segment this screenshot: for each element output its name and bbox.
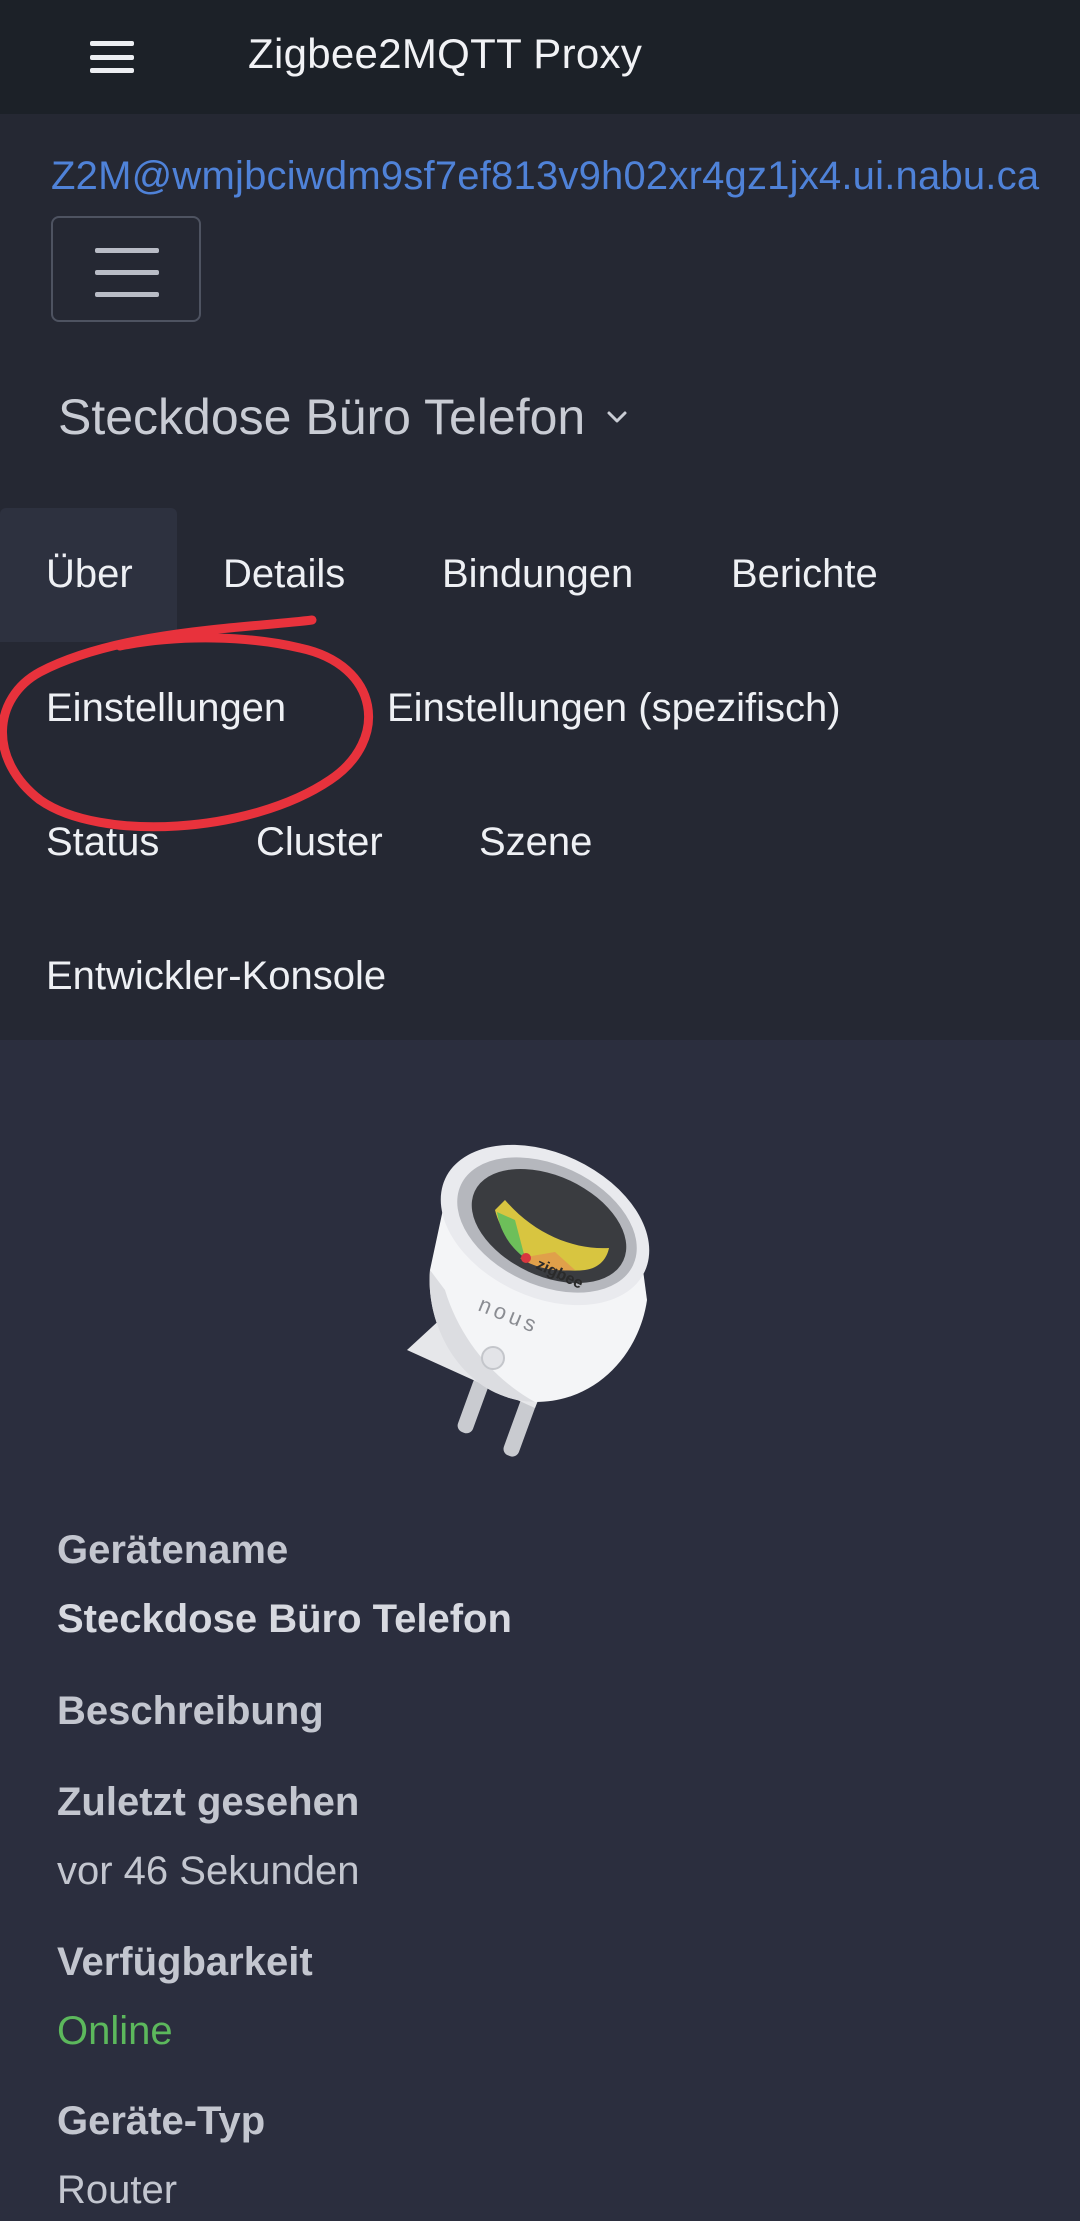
tab-cluster[interactable]: Cluster	[256, 818, 383, 866]
app-bar: Zigbee2MQTT Proxy	[0, 0, 1080, 114]
menu-icon[interactable]	[90, 41, 134, 73]
navbar-toggle-button[interactable]	[51, 216, 201, 322]
tab-status[interactable]: Status	[46, 818, 159, 866]
tab-einstellungen[interactable]: Einstellungen	[46, 684, 286, 732]
tab-details[interactable]: Details	[223, 550, 345, 598]
chevron-down-icon	[607, 411, 627, 423]
user-link[interactable]: Z2M@wmjbciwdm9sf7ef813v9h02xr4gz1jx4.ui.…	[51, 154, 1039, 199]
device-name-label: Gerätename	[57, 1528, 289, 1572]
last-seen-value: vor 46 Sekunden	[57, 1849, 360, 1893]
device-name-value: Steckdose Büro Telefon	[57, 1597, 512, 1641]
device-selector[interactable]: Steckdose Büro Telefon	[58, 388, 629, 446]
tab-ueber[interactable]: Über	[46, 550, 133, 598]
tab-bindungen[interactable]: Bindungen	[442, 550, 633, 598]
tab-berichte[interactable]: Berichte	[731, 550, 878, 598]
device-selector-label: Steckdose Büro Telefon	[58, 389, 586, 445]
device-image: zigbee nous	[407, 1144, 650, 1457]
availability-label: Verfügbarkeit	[57, 1940, 313, 1984]
app-title: Zigbee2MQTT Proxy	[248, 30, 643, 77]
last-seen-label: Zuletzt gesehen	[57, 1780, 360, 1824]
device-type-label: Geräte-Typ	[57, 2099, 266, 2143]
tab-einstellungen-spezifisch[interactable]: Einstellungen (spezifisch)	[387, 684, 841, 732]
tab-entwickler-konsole[interactable]: Entwickler-Konsole	[46, 952, 386, 1000]
availability-value: Online	[57, 2009, 173, 2053]
tab-szene[interactable]: Szene	[479, 818, 592, 866]
description-label: Beschreibung	[57, 1689, 324, 1733]
device-type-value: Router	[57, 2168, 178, 2212]
